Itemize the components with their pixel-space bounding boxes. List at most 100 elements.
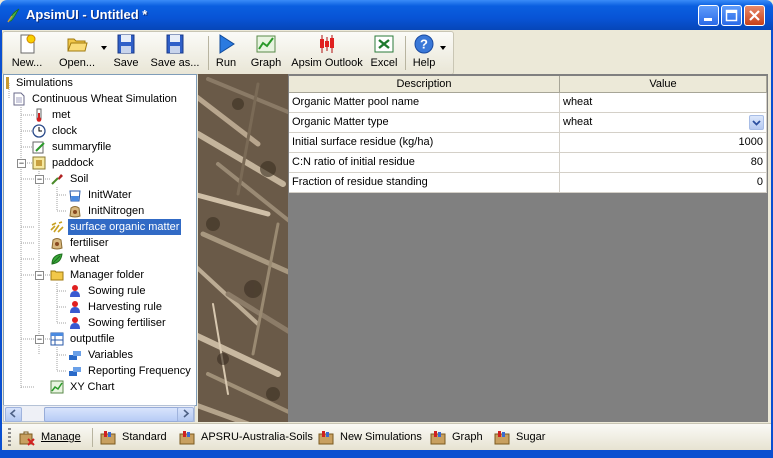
chevron-left-icon [9,409,16,418]
person-icon [70,301,80,313]
bag-icon [51,238,63,250]
row-description: Initial surface residue (kg/ha) [289,133,560,153]
toolbox-bar: Manage Standard APSRU-Australia-Soils Ne… [0,423,773,451]
excel-button[interactable]: Excel [369,33,399,73]
new-button[interactable]: New... [7,33,47,73]
open-dropdown-arrow-icon[interactable] [101,46,107,50]
scroll-left-button[interactable] [5,407,22,422]
person-icon [70,285,80,297]
minimize-icon [704,18,712,21]
row-description: C:N ratio of initial residue [289,153,560,173]
manage-toolbox-button[interactable]: Manage [18,427,88,448]
row-value-input[interactable]: wheat [560,93,767,113]
document-icon [13,92,25,106]
run-play-icon [219,34,235,54]
standard-toolbox-button[interactable]: Standard [99,427,171,448]
title-bar[interactable]: ApsimUI - Untitled * [0,0,773,30]
variables-icon [69,351,81,360]
tree-horizontal-scrollbar[interactable] [3,405,195,422]
graph-chart-icon [256,35,276,53]
paddock-collapse-toggle[interactable]: − [17,159,26,168]
row-value-input[interactable]: 1000 [560,133,767,153]
run-button[interactable]: Run [213,33,239,73]
help-dropdown-arrow-icon[interactable] [440,46,446,50]
chevron-down-icon [752,120,761,126]
variables-icon [69,367,81,376]
apsim-outlook-button[interactable]: Apsim Outlook [291,33,363,73]
window-title: ApsimUI - Untitled * [26,7,148,22]
paddock-icon [32,156,46,170]
svg-text:?: ? [420,37,428,52]
pencil-note-icon [32,141,45,154]
open-folder-icon [67,38,88,52]
residue-icon [50,221,64,233]
manager-folder-collapse-toggle[interactable]: − [35,271,44,280]
property-grid-area: Description Value Organic Matter pool na… [288,74,768,422]
manage-toolbox-icon [19,431,35,446]
chevron-right-icon [183,409,190,418]
sugar-toolbox-button[interactable]: Sugar [493,427,551,448]
save-disk-icon [117,34,135,54]
outputfile-collapse-toggle[interactable]: − [35,335,44,344]
simulation-tree[interactable]: − − − − Simulations Continuous Wheat Sim… [3,74,197,406]
save-as-disk-icon [166,34,184,54]
graph-button[interactable]: Graph [249,33,283,73]
leaf-icon [51,253,63,265]
apsru-australia-soils-toolbox-button[interactable]: APSRU-Australia-Soils [178,427,313,448]
save-as-button[interactable]: Save as... [147,33,203,73]
dropdown-button[interactable] [749,115,764,130]
application-window: ApsimUI - Untitled * New... Open... Save… [0,0,773,458]
save-button[interactable]: Save [111,33,141,73]
help-button[interactable]: ? Help [410,33,438,73]
open-button[interactable]: Open... [52,33,102,73]
folder-icon [50,270,64,281]
apsim-app-icon [7,8,20,23]
row-value-input[interactable]: 80 [560,153,767,173]
outlook-candlestick-icon [320,35,334,53]
toolbox-icon [179,431,195,445]
scroll-thumb[interactable] [44,407,181,422]
toolbar-separator [208,36,209,70]
toolbar-separator [405,36,406,70]
maximize-icon [725,9,738,22]
scroll-right-button[interactable] [177,407,194,422]
surface-residue-image [198,74,288,422]
help-question-icon: ? [414,34,434,54]
column-header-description[interactable]: Description [289,76,560,93]
column-header-value[interactable]: Value [560,76,767,93]
toolbox-icon [318,431,334,445]
thermometer-icon [36,108,42,122]
row-description: Fraction of residue standing [289,173,560,193]
row-value-dropdown[interactable]: wheat [560,113,767,133]
window-frame-left [0,30,2,450]
bucket-icon [69,190,81,202]
clock-icon [32,124,46,138]
chart-icon [50,380,64,394]
residue-photo [198,74,288,422]
close-button[interactable] [744,5,765,26]
soil-collapse-toggle[interactable]: − [35,175,44,184]
toolbar-separator [92,428,93,447]
maximize-button[interactable] [721,5,742,26]
close-icon [749,10,760,21]
dropdown-value: wheat [563,116,593,128]
person-icon [70,317,80,329]
row-description: Organic Matter type [289,113,560,133]
new-document-icon [20,34,36,54]
minimize-button[interactable] [698,5,719,26]
toolbar-grip[interactable] [8,428,11,446]
row-value-input[interactable]: 0 [560,173,767,193]
shovel-icon [51,174,63,185]
graph-toolbox-button[interactable]: Graph [429,427,487,448]
toolbox-icon [430,431,446,445]
folder-icon [6,77,9,89]
toolbox-icon [100,431,116,445]
new-simulations-toolbox-button[interactable]: New Simulations [317,427,423,448]
toolbox-icon [494,431,510,445]
excel-icon [374,35,394,53]
window-frame-bottom[interactable] [0,450,773,458]
bag-icon [69,206,81,218]
table-icon [50,332,64,346]
main-toolbar: New... Open... Save Save as... Run Graph… [2,31,454,75]
row-description: Organic Matter pool name [289,93,560,113]
